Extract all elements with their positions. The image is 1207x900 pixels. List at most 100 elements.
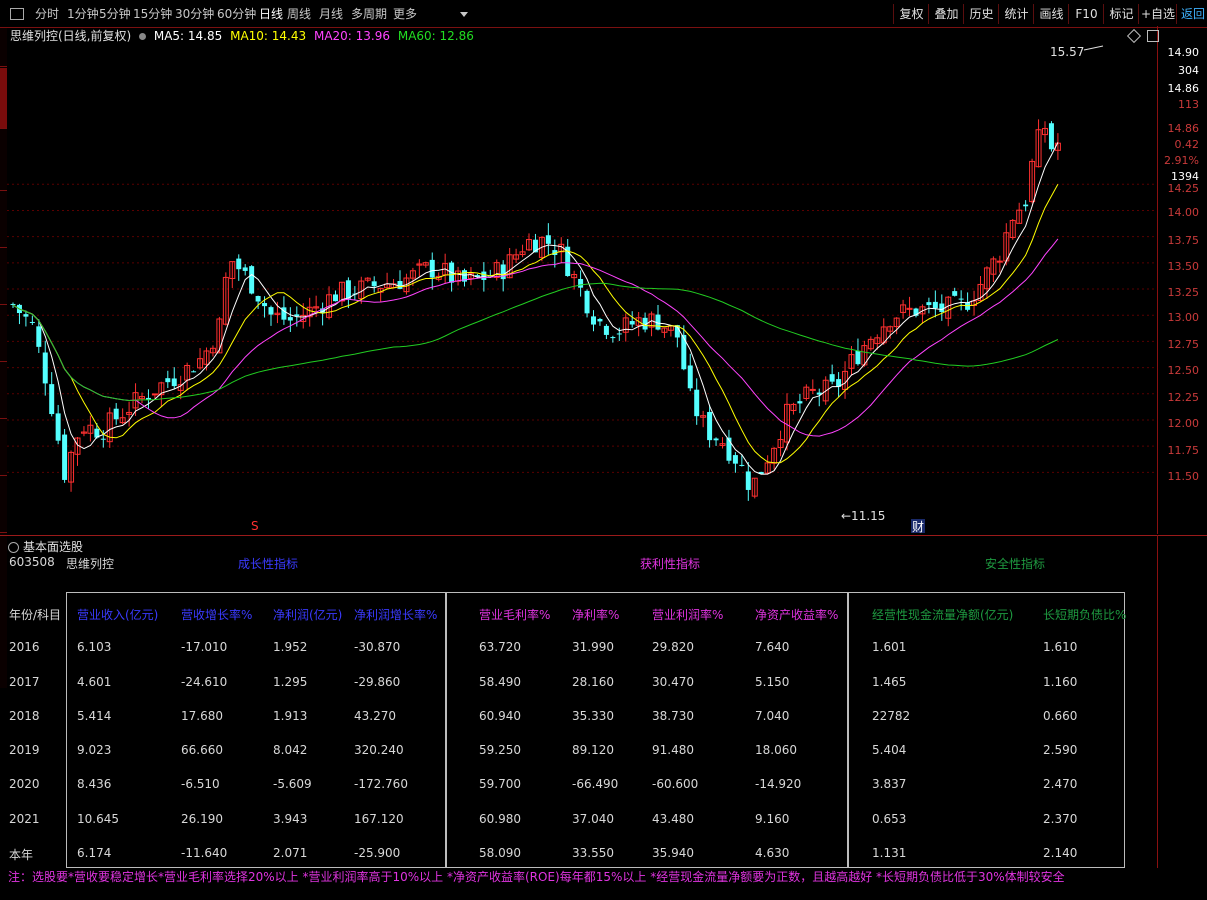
window-icon[interactable]	[10, 8, 24, 20]
dropdown-arrow-icon[interactable]	[460, 12, 468, 17]
table-cell: 10.645	[77, 812, 119, 826]
price-axis: 14.90 304 14.86 113 14.86 0.42 2.91% 1394 14.25 1…	[1126, 26, 1207, 534]
table-cell: 320.240	[354, 743, 404, 757]
candle-down	[726, 437, 732, 461]
table-cell: -66.490	[572, 777, 619, 791]
candlestick-chart[interactable]: 15.57 ←11.15 S 财	[7, 26, 1157, 534]
axis-label-14: 12.75	[1167, 338, 1200, 351]
period-tab-10[interactable]: 更多	[393, 5, 417, 23]
candle-down	[113, 408, 119, 420]
candle-down	[171, 378, 177, 387]
period-tab-2[interactable]: 5分钟	[99, 5, 131, 23]
axis-label-4: 14.86	[1167, 122, 1200, 135]
table-cell: -25.900	[354, 846, 401, 860]
row-year: 2019	[9, 743, 40, 757]
period-tab-6[interactable]: 日线	[259, 5, 283, 23]
table-cell: -17.010	[181, 640, 228, 654]
stock-name: 思维列控	[66, 557, 115, 571]
candle-down	[952, 291, 958, 296]
top-toolbar: 分时 1分钟 5分钟 15分钟 30分钟 60分钟 日线 周线 月线 多周期 更多 复权 叠加 历史 统计…	[0, 0, 1207, 28]
candle-down	[707, 411, 713, 441]
table-cell: 60.980	[479, 812, 521, 826]
candle-down	[481, 271, 487, 280]
candle-down	[191, 371, 197, 373]
axis-label-16: 12.25	[1167, 391, 1200, 404]
candle-down	[242, 267, 248, 271]
toolbar-button-2[interactable]: 历史	[963, 4, 999, 24]
toolbar-button-6[interactable]: 标记	[1103, 4, 1139, 24]
candle-down	[429, 259, 435, 278]
toolbar-button-1[interactable]: 叠加	[928, 4, 964, 24]
price-chart[interactable]: 15.57 ←11.15 S 财	[7, 26, 1158, 534]
candle-up	[809, 388, 816, 391]
candle-down	[687, 365, 693, 389]
table-cell: 2.470	[1043, 777, 1078, 791]
toolbar-button-5[interactable]: F10	[1068, 4, 1104, 24]
axis-label-1: 304	[1178, 64, 1199, 77]
row-year: 2017	[9, 675, 40, 689]
candle-down	[932, 301, 938, 309]
column-header-1: 营收增长率%	[181, 608, 253, 622]
axis-label-3: 113	[1178, 98, 1199, 111]
period-tab-7[interactable]: 周线	[287, 5, 311, 23]
column-header-8: 经营性现金流量净额(亿元)	[872, 608, 1014, 622]
table-cell: 9.023	[77, 743, 112, 757]
candle-down	[739, 464, 745, 466]
period-tab-9[interactable]: 多周期	[351, 5, 387, 23]
axis-label-13: 13.00	[1167, 311, 1200, 324]
toolbar-button-4[interactable]: 画线	[1033, 4, 1069, 24]
candle-down	[236, 258, 242, 270]
candle-down	[578, 278, 584, 288]
period-tab-4[interactable]: 30分钟	[175, 5, 214, 23]
candle-down	[713, 438, 719, 441]
settings-icon[interactable]	[1147, 30, 1159, 42]
toolbar-button-0[interactable]: 复权	[893, 4, 929, 24]
row-year: 2020	[9, 777, 40, 791]
candle-down	[584, 290, 590, 314]
table-cell: 26.190	[181, 812, 223, 826]
candle-down	[36, 326, 42, 347]
candle-down	[694, 389, 700, 417]
cai-marker: 财	[912, 520, 924, 534]
candle-down	[616, 333, 622, 335]
high-price-label: 15.57	[1050, 45, 1084, 59]
period-tab-5[interactable]: 60分钟	[217, 5, 256, 23]
high-arrow	[1083, 45, 1104, 51]
table-cell: 17.680	[181, 709, 223, 723]
table-cell: 1.952	[273, 640, 308, 654]
s-marker: S	[251, 519, 259, 533]
table-cell: 5.404	[872, 743, 907, 757]
column-header-3: 净利润增长率%	[354, 608, 438, 622]
table-cell: 0.660	[1043, 709, 1078, 723]
table-cell: 1.465	[872, 675, 907, 689]
ma10-line	[12, 184, 1059, 464]
candle-down	[345, 280, 351, 299]
table-cell: -24.610	[181, 675, 228, 689]
table-cell: 58.090	[479, 846, 521, 860]
candle-down	[610, 337, 616, 339]
group-profit: 获利性指标	[640, 557, 701, 571]
table-cell: 59.250	[479, 743, 521, 757]
table-cell: 1.131	[872, 846, 907, 860]
axis-label-0: 14.90	[1167, 46, 1200, 59]
period-tab-0[interactable]: 分时	[35, 5, 59, 23]
toolbar-button-8[interactable]: 返回	[1176, 4, 1207, 24]
axis-label-2: 14.86	[1167, 82, 1200, 95]
period-tab-1[interactable]: 1分钟	[67, 5, 99, 23]
table-cell: 43.480	[652, 812, 694, 826]
period-tab-3[interactable]: 15分钟	[133, 5, 172, 23]
low-price-label: ←11.15	[841, 509, 885, 523]
toolbar-button-7[interactable]: +自选	[1138, 4, 1177, 24]
stock-code: 603508	[9, 555, 55, 569]
collapse-icon[interactable]	[8, 542, 19, 553]
candle-down	[62, 434, 68, 480]
table-cell: 3.943	[273, 812, 308, 826]
table-cell: 33.550	[572, 846, 614, 860]
period-tab-8[interactable]: 月线	[319, 5, 343, 23]
table-cell: 4.630	[755, 846, 790, 860]
table-cell: 91.480	[652, 743, 694, 757]
candle-down	[165, 378, 171, 383]
toolbar-button-3[interactable]: 统计	[998, 4, 1034, 24]
table-cell: 63.720	[479, 640, 521, 654]
panel-title: 基本面选股	[23, 540, 84, 554]
